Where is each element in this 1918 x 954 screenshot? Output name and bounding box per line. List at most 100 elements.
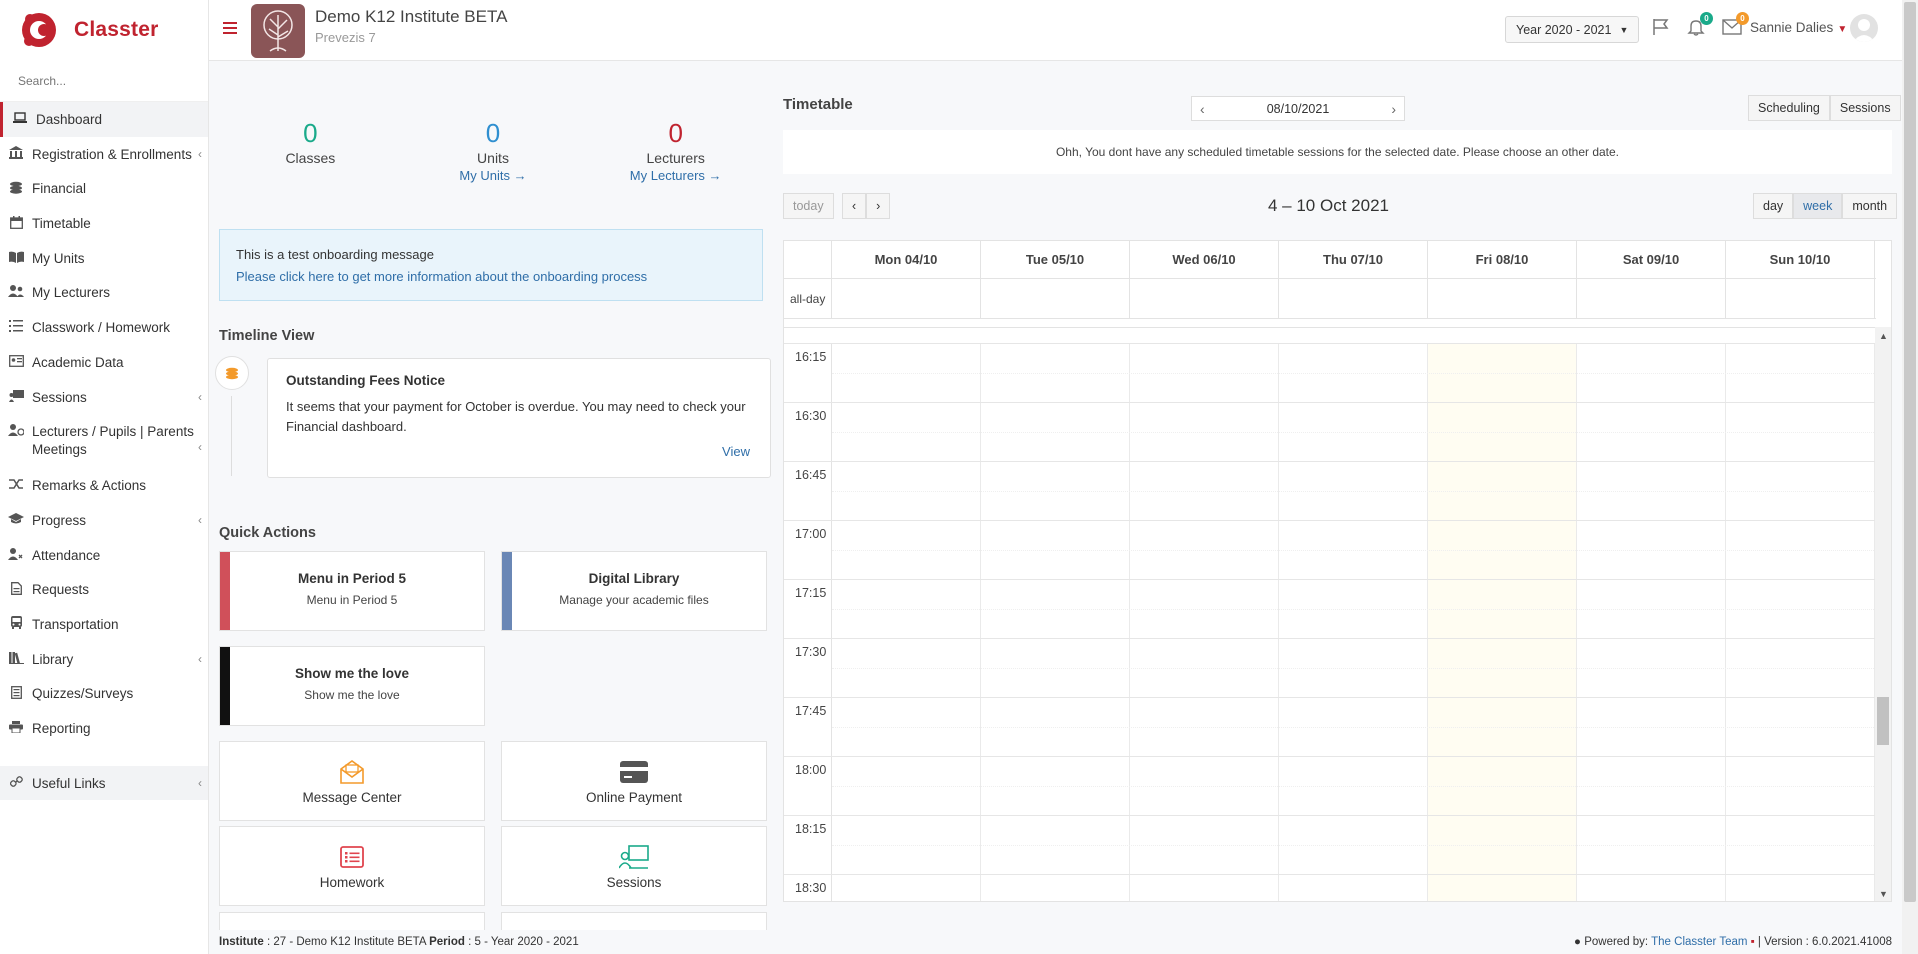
onboarding-link[interactable]: Please click here to get more informatio… <box>236 266 746 288</box>
time-slot-cell[interactable] <box>1577 875 1726 901</box>
allday-cell[interactable] <box>1726 279 1875 318</box>
bell-icon[interactable]: 0 <box>1685 12 1713 38</box>
calendar-scrollbar[interactable]: ▲ ▼ <box>1875 327 1891 901</box>
sidebar-item-transportation[interactable]: Transportation <box>0 607 208 642</box>
bus-icon <box>8 616 24 630</box>
chevron-right-icon[interactable]: › <box>1391 101 1396 117</box>
half-hour-line <box>832 727 1876 728</box>
tile-partial[interactable] <box>219 912 485 930</box>
date-value[interactable]: 08/10/2021 <box>1267 102 1330 116</box>
sidebar-search <box>0 60 208 102</box>
sidebar-item-financial[interactable]: Financial <box>0 171 208 206</box>
page-scrollbar[interactable] <box>1902 0 1918 954</box>
chevron-left-icon[interactable]: ‹ <box>1200 101 1205 117</box>
quick-actions-title: Quick Actions <box>219 525 316 541</box>
footer-version: | Version : 6.0.2021.41008 <box>1757 936 1892 948</box>
view-month-button[interactable]: month <box>1842 193 1898 219</box>
tile-partial[interactable] <box>501 912 767 930</box>
my-lecturers-link[interactable]: My Lecturers → <box>584 168 767 183</box>
footer-institute-value: : 27 - Demo K12 Institute BETA <box>266 936 426 948</box>
envelope-icon[interactable]: 0 <box>1721 12 1749 38</box>
calendar-divider <box>784 327 1876 328</box>
sidebar-item-classwork[interactable]: Classwork / Homework <box>0 310 208 345</box>
half-hour-line <box>832 550 1876 551</box>
allday-cell[interactable] <box>1130 279 1279 318</box>
prev-week-button[interactable]: ‹ <box>842 193 867 219</box>
calendar-view-buttons: day week month <box>1753 193 1898 219</box>
sidebar-item-my-lecturers[interactable]: My Lecturers <box>0 275 208 310</box>
tile-homework[interactable]: Homework <box>219 826 485 906</box>
tile-message-center[interactable]: Message Center <box>219 741 485 821</box>
time-slot-cell[interactable] <box>832 875 981 901</box>
time-label: 18:00 <box>784 757 832 815</box>
sidebar-item-meetings[interactable]: Lecturers / Pupils | Parents Meetings ‹ <box>0 414 208 468</box>
scroll-down-icon[interactable]: ▼ <box>1879 889 1888 899</box>
calendar-header: Mon 04/10 Tue 05/10 Wed 06/10 Thu 07/10 … <box>784 241 1876 279</box>
institute-name: Demo K12 Institute BETA <box>315 7 508 26</box>
sidebar-item-academic-data[interactable]: Academic Data <box>0 345 208 380</box>
tile-sessions[interactable]: Sessions <box>501 826 767 906</box>
envelope-icon <box>220 759 484 785</box>
scrollbar-thumb[interactable] <box>1877 697 1889 745</box>
timeline-line <box>231 396 232 476</box>
sessions-button[interactable]: Sessions <box>1829 95 1901 121</box>
color-bar <box>502 552 512 630</box>
timeline: Outstanding Fees Notice It seems that yo… <box>215 356 771 480</box>
view-week-button[interactable]: week <box>1793 193 1843 219</box>
sidebar-item-quizzes[interactable]: Quizzes/Surveys <box>0 676 208 711</box>
allday-cell[interactable] <box>1577 279 1726 318</box>
footer-period-label: Period <box>429 936 465 948</box>
my-units-link[interactable]: My Units → <box>402 168 585 183</box>
sidebar-item-timetable[interactable]: Timetable <box>0 206 208 241</box>
scheduling-button[interactable]: Scheduling <box>1748 95 1830 121</box>
sidebar-item-useful-links[interactable]: Useful Links ‹ <box>0 765 208 801</box>
institute-logo-icon <box>251 4 305 58</box>
tile-online-payment[interactable]: Online Payment <box>501 741 767 821</box>
sidebar-item-registration[interactable]: Registration & Enrollments ‹ <box>0 137 208 172</box>
time-slot-row: 18:00 <box>784 756 1876 815</box>
allday-cell[interactable] <box>981 279 1130 318</box>
timeline-view-link[interactable]: View <box>722 444 750 459</box>
sidebar-item-requests[interactable]: Requests <box>0 572 208 607</box>
sidebar-item-reporting[interactable]: Reporting <box>0 711 208 746</box>
sidebar-item-attendance[interactable]: Attendance <box>0 538 208 573</box>
time-slot-cell[interactable] <box>1130 875 1279 901</box>
quick-action-show-love[interactable]: Show me the love Show me the love <box>219 646 485 726</box>
today-button[interactable]: today <box>783 193 834 219</box>
avatar[interactable] <box>1850 14 1878 42</box>
sidebar-item-library[interactable]: Library ‹ <box>0 642 208 677</box>
presentation-icon <box>8 389 24 403</box>
menu-toggle-icon[interactable] <box>223 22 237 34</box>
classter-team-link[interactable]: The Classter Team <box>1651 936 1747 948</box>
quick-action-digital-library[interactable]: Digital Library Manage your academic fil… <box>501 551 767 631</box>
calendar-icon <box>8 215 24 229</box>
time-slot-cell[interactable] <box>1726 875 1875 901</box>
sidebar-item-dashboard[interactable]: Dashboard <box>0 102 208 137</box>
time-slot-cell[interactable] <box>1279 875 1428 901</box>
user-menu[interactable]: Sannie Dalies ▼ <box>1750 20 1847 35</box>
onboarding-message: This is a test onboarding message Please… <box>219 229 763 301</box>
year-select[interactable]: Year 2020 - 2021 ▼ <box>1505 16 1640 43</box>
sidebar-item-remarks[interactable]: Remarks & Actions <box>0 468 208 503</box>
sidebar-item-label: My Units <box>32 250 85 266</box>
allday-cell[interactable] <box>1279 279 1428 318</box>
tile-label: Sessions <box>606 875 662 890</box>
quick-action-menu-period[interactable]: Menu in Period 5 Menu in Period 5 <box>219 551 485 631</box>
time-slot-cell[interactable] <box>1428 875 1577 901</box>
scroll-up-icon[interactable]: ▲ <box>1879 331 1888 341</box>
scrollbar-thumb[interactable] <box>1904 2 1916 902</box>
flag-icon[interactable] <box>1650 16 1672 38</box>
search-input[interactable] <box>18 73 190 88</box>
week-nav: ‹ › <box>842 193 891 219</box>
next-week-button[interactable]: › <box>866 193 891 219</box>
allday-cell[interactable] <box>1428 279 1577 318</box>
sidebar-item-label: Library <box>32 651 74 667</box>
sidebar-item-sessions[interactable]: Sessions ‹ <box>0 380 208 415</box>
allday-cell[interactable] <box>832 279 981 318</box>
time-slot-cell[interactable] <box>981 875 1130 901</box>
brand[interactable]: Classter <box>0 0 208 60</box>
chevron-left-icon: ‹ <box>198 146 202 161</box>
sidebar-item-progress[interactable]: Progress ‹ <box>0 503 208 538</box>
view-day-button[interactable]: day <box>1753 193 1794 219</box>
sidebar-item-my-units[interactable]: My Units <box>0 241 208 276</box>
